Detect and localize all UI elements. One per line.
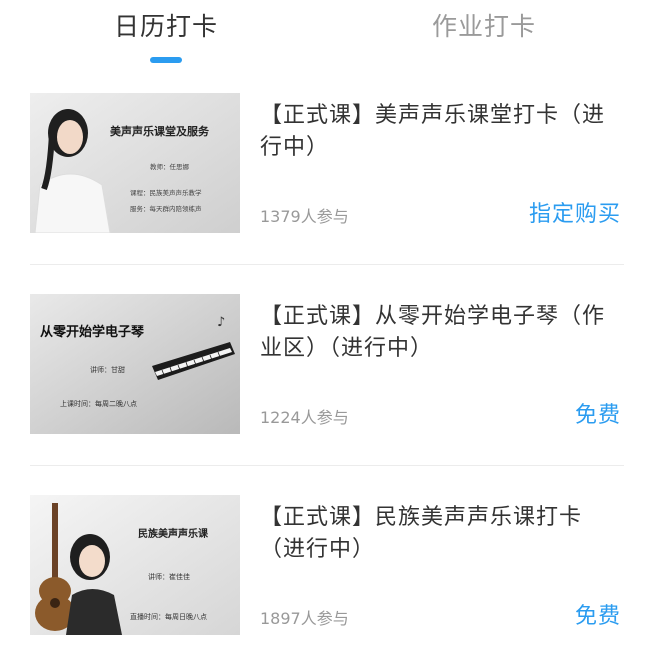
course-title: 【正式课】从零开始学电子琴（作业区）（进行中） xyxy=(260,304,606,361)
tab-bar: 日历打卡 作业打卡 xyxy=(0,0,654,70)
participant-count: 1379人参与 xyxy=(260,207,349,226)
tab-homework-checkin[interactable]: 作业打卡 xyxy=(432,10,536,44)
thumb-heading: 美声声乐课堂及服务 xyxy=(110,124,210,138)
active-tab-indicator xyxy=(150,57,182,63)
svg-text:服务：每天群内陪领练声: 服务：每天群内陪领练声 xyxy=(130,204,202,213)
thumb-heading: 民族美声声乐课 xyxy=(138,527,209,540)
price-label[interactable]: 指定购买 xyxy=(529,198,621,232)
svg-text:教师：任思娜: 教师：任思娜 xyxy=(150,162,190,171)
participant-count: 1224人参与 xyxy=(260,408,349,427)
tab-calendar-checkin[interactable]: 日历打卡 xyxy=(114,10,218,44)
divider xyxy=(30,264,624,265)
music-note-icon: ♪ xyxy=(217,315,225,330)
course-thumbnail: 美声声乐课堂及服务 教师：任思娜 课程：民族美声声乐教学 服务：每天群内陪领练声 xyxy=(30,93,240,233)
thumb-heading: 从零开始学电子琴 xyxy=(40,324,145,340)
course-card[interactable]: 美声声乐课堂及服务 教师：任思娜 课程：民族美声声乐教学 服务：每天群内陪领练声… xyxy=(0,70,654,270)
svg-text:直播时间：每周日晚八点: 直播时间：每周日晚八点 xyxy=(130,612,207,621)
course-card[interactable]: 从零开始学电子琴 ♪ 讲师：甘甜 上课时间：每周二晚八点 【正式课】从零开始学电… xyxy=(0,271,654,471)
course-thumbnail-art: 从零开始学电子琴 ♪ 讲师：甘甜 上课时间：每周二晚八点 xyxy=(30,294,240,434)
price-label[interactable]: 免费 xyxy=(575,399,621,433)
course-thumbnail: 民族美声声乐课 讲师：崔佳佳 直播时间：每周日晚八点 xyxy=(30,495,240,635)
course-title: 【正式课】民族美声声乐课打卡（进行中） xyxy=(260,505,583,562)
course-thumbnail-art: 美声声乐课堂及服务 教师：任思娜 课程：民族美声声乐教学 服务：每天群内陪领练声 xyxy=(30,93,240,233)
svg-text:上课时间：每周二晚八点: 上课时间：每周二晚八点 xyxy=(60,399,137,408)
svg-text:讲师：崔佳佳: 讲师：崔佳佳 xyxy=(148,572,190,581)
course-title: 【正式课】美声声乐课堂打卡（进行中） xyxy=(260,103,606,160)
face-shape xyxy=(57,120,83,154)
face-shape xyxy=(79,545,105,577)
course-thumbnail: 从零开始学电子琴 ♪ 讲师：甘甜 上课时间：每周二晚八点 xyxy=(30,294,240,434)
svg-text:课程：民族美声声乐教学: 课程：民族美声声乐教学 xyxy=(130,188,202,197)
divider xyxy=(30,465,624,466)
svg-text:讲师：甘甜: 讲师：甘甜 xyxy=(90,365,125,374)
course-thumbnail-art: 民族美声声乐课 讲师：崔佳佳 直播时间：每周日晚八点 xyxy=(30,495,240,635)
participant-count: 1897人参与 xyxy=(260,609,349,628)
price-label[interactable]: 免费 xyxy=(575,600,621,634)
course-card[interactable]: 民族美声声乐课 讲师：崔佳佳 直播时间：每周日晚八点 【正式课】民族美声声乐课打… xyxy=(0,472,654,661)
